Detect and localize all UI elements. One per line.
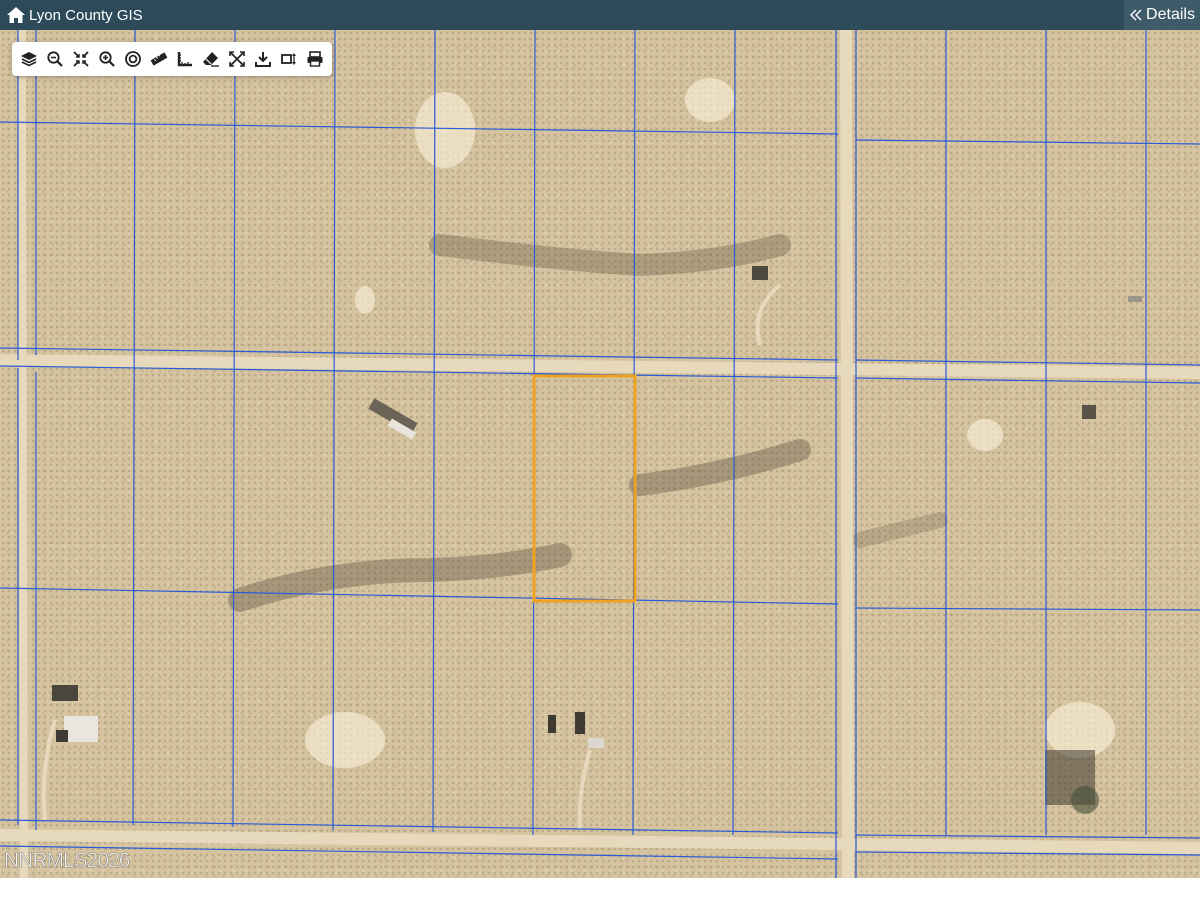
sand-patches: [305, 78, 1115, 768]
dirt-roads: [0, 30, 1200, 878]
zoom-out-icon: [47, 51, 63, 67]
measure-button[interactable]: [146, 44, 172, 74]
home-icon: [7, 7, 25, 23]
layers-button[interactable]: [16, 44, 42, 74]
locate-button[interactable]: [120, 44, 146, 74]
parcel-lines: [0, 30, 1200, 878]
frame-select-button[interactable]: [276, 44, 302, 74]
top-bar: Lyon County GIS Details: [0, 0, 1200, 30]
full-screen-button[interactable]: [224, 44, 250, 74]
details-label: Details: [1146, 6, 1195, 23]
mls-watermark: NNRMLS2026: [4, 849, 131, 873]
zoom-in-button[interactable]: [94, 44, 120, 74]
measure-area-button[interactable]: [172, 44, 198, 74]
app-title: Lyon County GIS: [29, 6, 143, 24]
map-canvas[interactable]: [0, 30, 1200, 878]
zoom-in-icon: [99, 51, 115, 67]
target-icon: [125, 51, 141, 67]
double-chevron-left-icon: [1130, 9, 1142, 21]
zoom-extent-button[interactable]: [68, 44, 94, 74]
download-icon: [255, 52, 271, 67]
print-button[interactable]: [302, 44, 328, 74]
details-button[interactable]: Details: [1124, 0, 1200, 30]
eraser-icon: [203, 52, 219, 67]
erase-button[interactable]: [198, 44, 224, 74]
layers-icon: [21, 52, 37, 67]
download-button[interactable]: [250, 44, 276, 74]
home-link[interactable]: Lyon County GIS: [6, 0, 143, 30]
zoom-out-button[interactable]: [42, 44, 68, 74]
zoom-extent-icon: [73, 51, 89, 67]
map-overlay: [0, 30, 1200, 878]
map-toolbar: [12, 42, 332, 76]
area-ruler-icon: [177, 52, 192, 67]
ruler-icon: [150, 52, 168, 66]
structures: [52, 266, 1142, 814]
frame-select-icon: [281, 53, 296, 65]
vegetation-bands: [228, 234, 948, 612]
print-icon: [307, 51, 323, 67]
fullscreen-icon: [229, 51, 245, 67]
